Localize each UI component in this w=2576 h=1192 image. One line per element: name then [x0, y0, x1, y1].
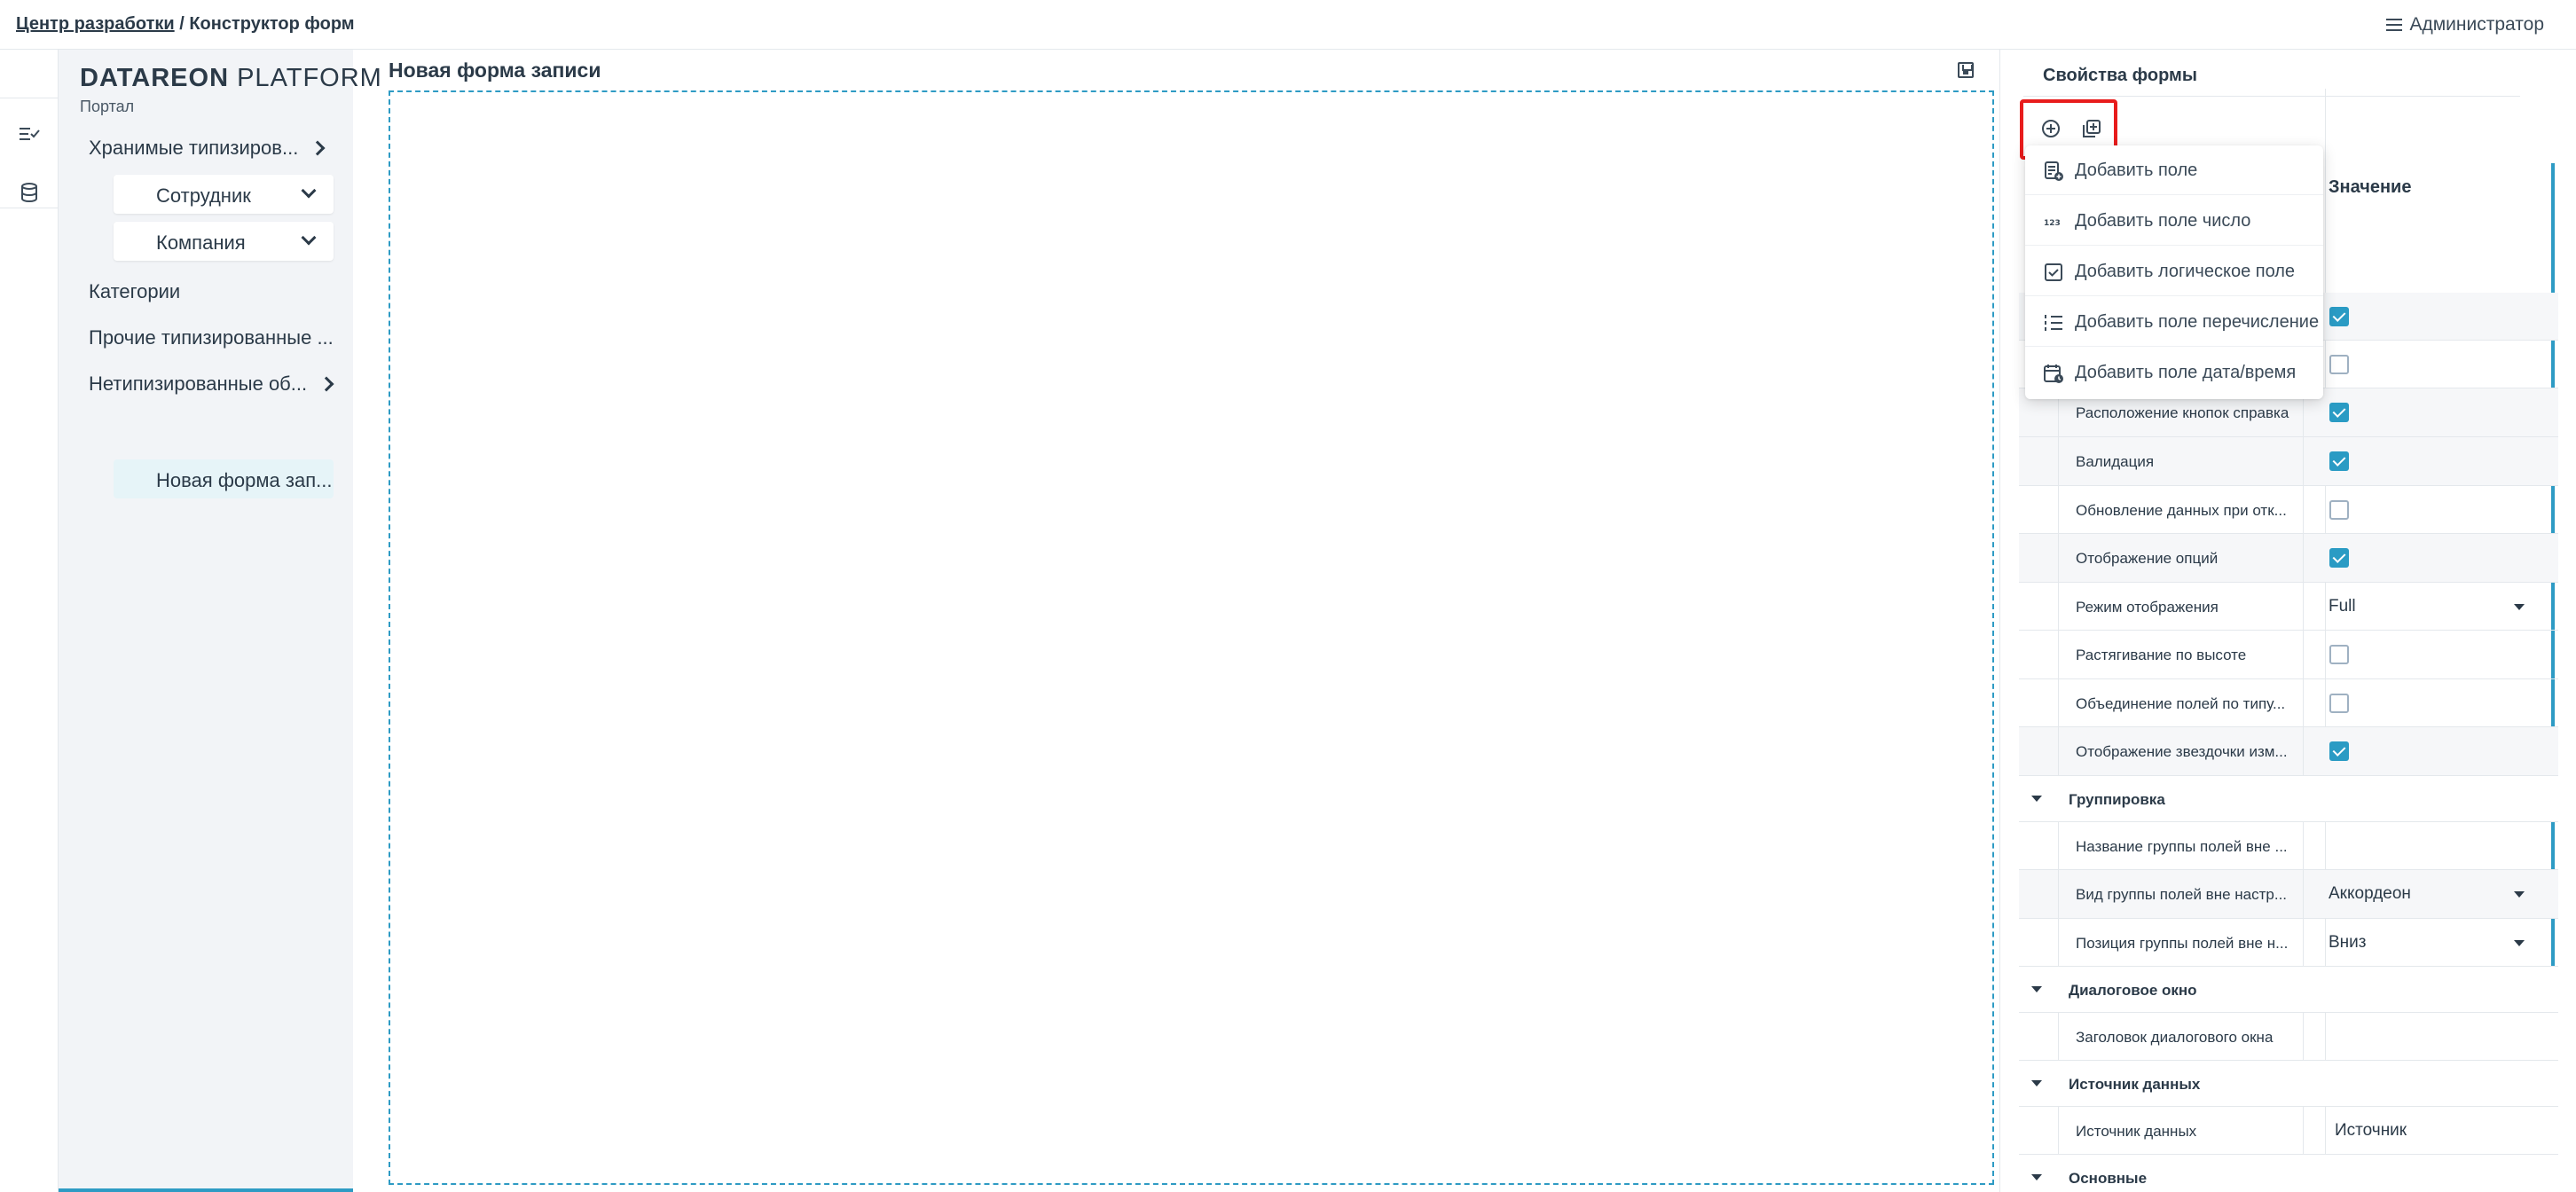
breadcrumb-root-link[interactable]: Центр разработки: [16, 14, 175, 34]
task-list-icon[interactable]: [18, 122, 41, 145]
property-label: Вид группы полей вне настр...: [2076, 886, 2288, 903]
user-menu[interactable]: Администратор: [2386, 14, 2544, 35]
add-circle-icon[interactable]: [2039, 117, 2062, 140]
sidebar-bottom-accent: [59, 1188, 353, 1192]
list-icon: [2386, 19, 2403, 31]
checkbox-icon: [2045, 263, 2062, 281]
copy-add-icon[interactable]: [2080, 117, 2103, 140]
chevron-down-icon: [301, 230, 317, 246]
form-title: Новая форма записи: [389, 59, 601, 82]
form-canvas[interactable]: [389, 90, 1994, 1185]
group-header-main[interactable]: Основные: [2019, 1155, 2558, 1192]
property-checkbox[interactable]: [2329, 355, 2349, 374]
database-icon[interactable]: [18, 181, 41, 204]
group-position-select[interactable]: Вниз: [2329, 933, 2367, 953]
chevron-right-icon: [310, 140, 326, 156]
properties-title: Свойства формы: [2043, 66, 2197, 85]
property-row: Объединение полей по типу...: [2019, 679, 2558, 727]
form-add-icon: [2045, 161, 2063, 181]
caret-down-icon[interactable]: [2514, 940, 2525, 946]
property-row: Отображение опций: [2019, 534, 2558, 583]
property-row: Обновление данных при отк...: [2019, 486, 2558, 534]
property-row: Валидация: [2019, 437, 2558, 486]
group-header-source[interactable]: Источник данных: [2019, 1061, 2558, 1107]
logo: DATAREON PLATFORM: [80, 64, 382, 92]
menu-item-add-enum[interactable]: Добавить поле перечисление: [2025, 297, 2323, 347]
sidebar-item-other-typed[interactable]: Прочие типизированные ...: [89, 326, 334, 349]
menu-item-add-field[interactable]: Добавить поле: [2025, 145, 2323, 195]
display-mode-select[interactable]: Full: [2329, 597, 2356, 616]
sidebar-item-categories[interactable]: Категории: [89, 280, 180, 303]
top-bar: Центр разработки / Конструктор форм Адми…: [0, 0, 2576, 50]
properties-divider: [2023, 96, 2520, 97]
property-label: Позиция группы полей вне н...: [2076, 935, 2289, 952]
chevron-right-icon: [318, 376, 334, 392]
caret-down-icon: [2031, 1174, 2042, 1180]
property-label: Заголовок диалогового окна: [2076, 1029, 2274, 1046]
property-label: Название группы полей вне ...: [2076, 838, 2288, 855]
property-label: Растягивание по высоте: [2076, 647, 2247, 663]
property-checkbox[interactable]: [2329, 403, 2349, 422]
property-checkbox[interactable]: [2329, 307, 2349, 326]
property-label: Источник данных: [2076, 1123, 2197, 1140]
save-icon[interactable]: [1958, 62, 1974, 78]
caret-down-icon: [2031, 1080, 2042, 1086]
property-row: Заголовок диалогового окна: [2019, 1013, 2558, 1061]
property-checkbox[interactable]: [2329, 451, 2349, 471]
source-value[interactable]: Источник: [2335, 1121, 2407, 1141]
list-icon: [2045, 315, 2062, 331]
add-field-menu: Добавить поле 123 Добавить поле число До…: [2025, 145, 2323, 399]
property-row: Отображение звездочки изм...: [2019, 727, 2558, 776]
property-row: Позиция группы полей вне н... Вниз: [2019, 919, 2558, 967]
svg-text:123: 123: [2044, 219, 2061, 228]
calendar-icon: [2044, 365, 2063, 383]
menu-item-add-datetime[interactable]: Добавить поле дата/время: [2025, 348, 2323, 397]
property-label: Обновление данных при отк...: [2076, 502, 2287, 519]
breadcrumb: Центр разработки / Конструктор форм: [16, 14, 355, 35]
left-rail: [0, 50, 59, 1192]
property-row: Название группы полей вне ...: [2019, 822, 2558, 870]
caret-down-icon[interactable]: [2514, 604, 2525, 610]
menu-item-add-number[interactable]: 123 Добавить поле число: [2025, 196, 2323, 246]
caret-down-icon: [2031, 986, 2042, 992]
property-checkbox[interactable]: [2329, 645, 2349, 664]
property-label: Валидация: [2076, 453, 2155, 470]
property-checkbox[interactable]: [2329, 694, 2349, 713]
property-label: Отображение опций: [2076, 550, 2219, 567]
sidebar-item-new-form[interactable]: Новая форма зап...: [114, 459, 334, 498]
breadcrumb-separator: /: [174, 14, 190, 34]
property-row: Растягивание по высоте: [2019, 631, 2558, 679]
sidebar: DATAREON PLATFORM Портал Хранимые типизи…: [59, 50, 381, 1192]
property-label: Объединение полей по типу...: [2076, 695, 2286, 712]
menu-item-add-boolean[interactable]: Добавить логическое поле: [2025, 247, 2323, 296]
value-column-header: Значение: [2329, 177, 2412, 197]
user-name: Администратор: [2409, 14, 2544, 35]
group-header-dialog[interactable]: Диалоговое окно: [2019, 967, 2558, 1013]
breadcrumb-current: Конструктор форм: [189, 14, 355, 34]
chevron-down-icon: [301, 183, 317, 199]
property-checkbox[interactable]: [2329, 741, 2349, 761]
property-label: Расположение кнопок справка: [2076, 404, 2289, 421]
sidebar-item-stored-typed[interactable]: Хранимые типизиров...: [89, 137, 326, 160]
group-header-grouping[interactable]: Группировка: [2019, 776, 2558, 822]
sidebar-item-untyped[interactable]: Нетипизированные об...: [89, 372, 334, 396]
group-view-select[interactable]: Аккордеон: [2329, 884, 2411, 904]
portal-label: Портал: [80, 98, 135, 115]
property-checkbox[interactable]: [2329, 548, 2349, 568]
caret-down-icon[interactable]: [2514, 891, 2525, 898]
property-label: Режим отображения: [2076, 599, 2219, 616]
property-label: Отображение звездочки изм...: [2076, 743, 2288, 760]
sidebar-item-company[interactable]: Компания: [114, 222, 334, 261]
caret-down-icon: [2031, 796, 2042, 802]
property-row: Вид группы полей вне настр... Аккордеон: [2019, 870, 2558, 919]
property-row: Источник данных Источник: [2019, 1107, 2558, 1155]
number-123-icon: 123: [2044, 219, 2061, 228]
sidebar-item-employee[interactable]: Сотрудник: [114, 175, 334, 214]
property-row: Режим отображения Full: [2019, 583, 2558, 631]
property-checkbox[interactable]: [2329, 500, 2349, 520]
